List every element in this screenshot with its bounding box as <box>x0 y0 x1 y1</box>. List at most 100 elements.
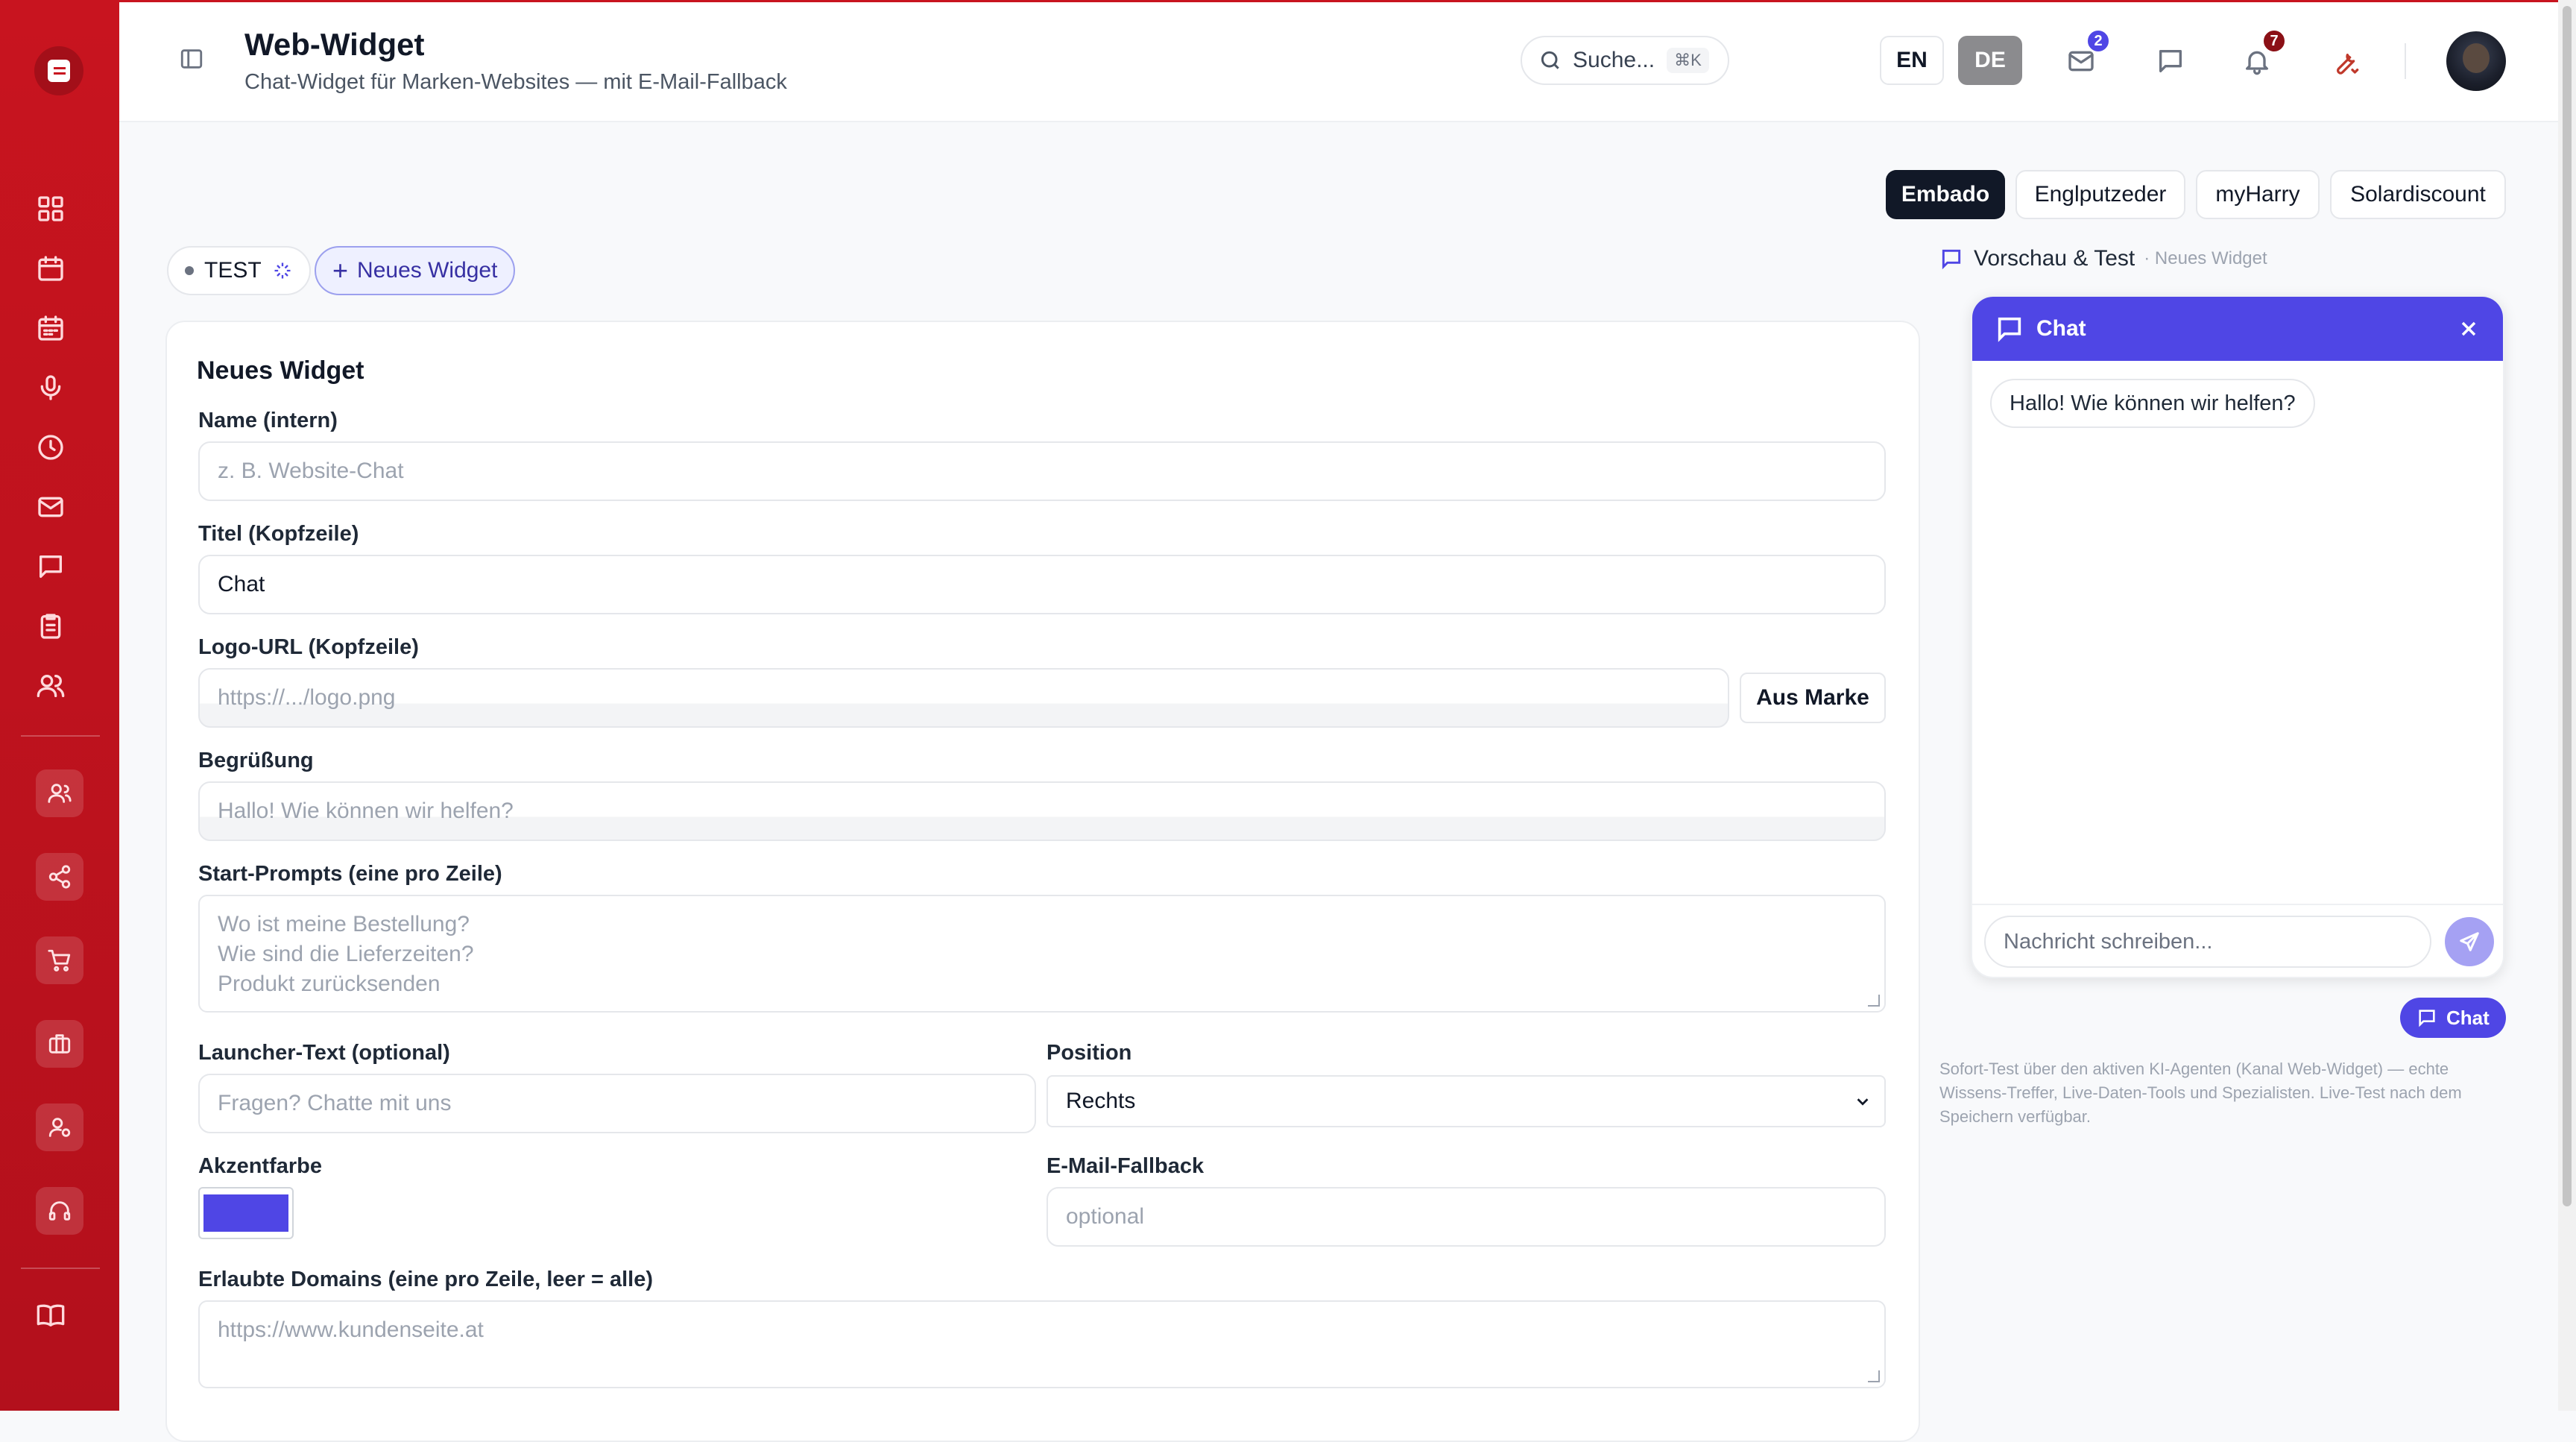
widget-form-card: Neues Widget Name (intern) z. B. Website… <box>165 321 1920 1442</box>
domains-placeholder: https://www.kundenseite.at <box>218 1317 484 1342</box>
launcher-text-label: Launcher-Text (optional) <box>198 1041 450 1065</box>
mail-inbox-button[interactable]: 2 <box>2062 28 2111 81</box>
greeting-input[interactable]: Hallo! Wie können wir helfen? <box>198 781 1886 841</box>
chat-icon <box>1942 249 1961 270</box>
header: Web-Widget Chat-Widget für Marken-Websit… <box>119 0 2576 122</box>
sidebar-toggle-icon[interactable] <box>179 46 204 75</box>
widget-chip-label: TEST <box>204 258 262 283</box>
prompt-placeholder-line: Wie sind die Lieferzeiten? <box>218 942 474 966</box>
microphone-icon[interactable] <box>33 370 69 406</box>
preview-note: Sofort-Test über den aktiven KI-Agenten … <box>1939 1060 2462 1126</box>
accent-color-swatch <box>203 1194 288 1232</box>
app-window: Web-Widget Chat-Widget für Marken-Websit… <box>0 0 2576 1442</box>
plus-icon: + <box>332 255 349 286</box>
brand-tab-myharry[interactable]: myHarry <box>2196 170 2320 219</box>
notification-badge: 7 <box>2261 28 2287 54</box>
name-input[interactable]: z. B. Website-Chat <box>198 441 1886 501</box>
app-logo[interactable] <box>34 46 83 95</box>
briefcase-icon[interactable] <box>36 1020 83 1068</box>
clock-icon[interactable] <box>33 429 69 465</box>
new-widget-label: Neues Widget <box>357 258 498 283</box>
clipboard-icon[interactable] <box>33 608 69 644</box>
mail-icon[interactable] <box>33 489 69 525</box>
message-input[interactable]: Nachricht schreiben... <box>1984 916 2431 968</box>
chat-icon <box>1998 317 2021 342</box>
search-placeholder: Suche... <box>1573 48 1655 72</box>
domains-textarea[interactable]: https://www.kundenseite.at <box>198 1300 1886 1388</box>
search-input[interactable]: Suche... ⌘K <box>1521 36 1729 85</box>
prompt-placeholder-line: Produkt zurücksenden <box>218 972 441 996</box>
calendar-icon[interactable] <box>33 251 69 286</box>
logo-placeholder: https://.../logo.png <box>218 685 396 710</box>
sidebar-divider <box>21 735 100 737</box>
lang-de-button[interactable]: DE <box>1958 36 2022 85</box>
search-icon <box>1541 51 1559 69</box>
chat-title: Chat <box>2036 316 2086 341</box>
chat-icon[interactable] <box>33 549 69 585</box>
email-fallback-input[interactable]: optional <box>1046 1187 1886 1247</box>
chat-footer-divider <box>1972 904 2503 905</box>
tools-menu-button[interactable] <box>2326 42 2364 81</box>
prompt-placeholder-line: Wo ist meine Bestellung? <box>218 912 470 936</box>
preview-subtitle: · Neues Widget <box>2144 248 2267 268</box>
accent-color-label: Akzentfarbe <box>198 1154 322 1178</box>
contacts-icon[interactable] <box>36 769 83 817</box>
sidebar <box>0 0 119 1411</box>
brand-tab-englputzeder[interactable]: Englputzeder <box>2015 170 2185 219</box>
book-icon[interactable] <box>33 1297 69 1333</box>
brand-tab-embado[interactable]: Embado <box>1886 170 2005 219</box>
page-subtitle: Chat-Widget für Marken-Websites — mit E-… <box>244 70 787 94</box>
close-icon[interactable] <box>2457 317 2481 341</box>
users-icon[interactable] <box>33 668 69 704</box>
message-placeholder: Nachricht schreiben... <box>2004 929 2213 954</box>
status-dot <box>185 266 194 275</box>
dashboard-icon[interactable] <box>33 191 69 227</box>
resize-handle[interactable] <box>1868 1370 1880 1382</box>
share-icon[interactable] <box>36 853 83 901</box>
from-brand-button[interactable]: Aus Marke <box>1740 673 1886 723</box>
chevron-down-icon <box>1857 1098 1869 1106</box>
sidebar-divider <box>21 1268 100 1269</box>
resize-handle[interactable] <box>1868 995 1880 1007</box>
chat-launcher-button[interactable]: Chat <box>2400 998 2506 1038</box>
page-scrollbar[interactable] <box>2558 0 2576 1411</box>
logo-label: Logo-URL (Kopfzeile) <box>198 635 419 659</box>
user-settings-icon[interactable] <box>36 1103 83 1151</box>
scrollbar-thumb[interactable] <box>2563 6 2572 1206</box>
chat-icon <box>2419 1010 2435 1027</box>
cart-icon[interactable] <box>36 936 83 984</box>
launcher-placeholder: Fragen? Chatte mit uns <box>218 1091 452 1115</box>
position-value: Rechts <box>1066 1089 1136 1113</box>
prompts-label: Start-Prompts (eine pro Zeile) <box>198 862 502 886</box>
calendar-grid-icon[interactable] <box>33 310 69 346</box>
widget-chip-test[interactable]: TEST <box>167 246 311 295</box>
greeting-label: Begrüßung <box>198 749 314 772</box>
avatar[interactable] <box>2446 31 2506 91</box>
launcher-label: Chat <box>2446 1006 2490 1029</box>
form-title: Neues Widget <box>197 356 364 385</box>
send-icon <box>2460 932 2479 951</box>
title-input[interactable]: Chat <box>198 555 1886 614</box>
notifications-button[interactable]: 7 <box>2238 28 2287 81</box>
launcher-text-input[interactable]: Fragen? Chatte mit uns <box>198 1074 1036 1133</box>
accent-color-picker[interactable] <box>198 1187 294 1239</box>
name-placeholder: z. B. Website-Chat <box>218 459 404 483</box>
greeting-bubble: Hallo! Wie können wir helfen? <box>1990 379 2315 428</box>
messages-button[interactable] <box>2151 42 2190 81</box>
mail-badge: 2 <box>2086 28 2111 54</box>
brand-tab-solardiscount[interactable]: Solardiscount <box>2330 170 2506 219</box>
preview-title: Vorschau & Test <box>1974 246 2135 271</box>
wrench-icon <box>2336 54 2359 75</box>
name-label: Name (intern) <box>198 409 338 432</box>
prompts-textarea[interactable]: Wo ist meine Bestellung? Wie sind die Li… <box>198 895 1886 1013</box>
chat-preview-window: Chat Hallo! Wie können wir helfen? Nachr… <box>1971 295 2504 978</box>
position-select[interactable]: Rechts <box>1046 1075 1886 1127</box>
preview-heading: Vorschau & Test · Neues Widget <box>1939 246 2267 271</box>
headset-icon[interactable] <box>36 1187 83 1235</box>
page-title: Web-Widget <box>244 27 425 62</box>
logo-url-input[interactable]: https://.../logo.png <box>198 668 1729 728</box>
send-button[interactable] <box>2445 917 2494 966</box>
lang-en-button[interactable]: EN <box>1880 36 1944 85</box>
title-label: Titel (Kopfzeile) <box>198 522 359 546</box>
new-widget-button[interactable]: + Neues Widget <box>315 246 516 295</box>
